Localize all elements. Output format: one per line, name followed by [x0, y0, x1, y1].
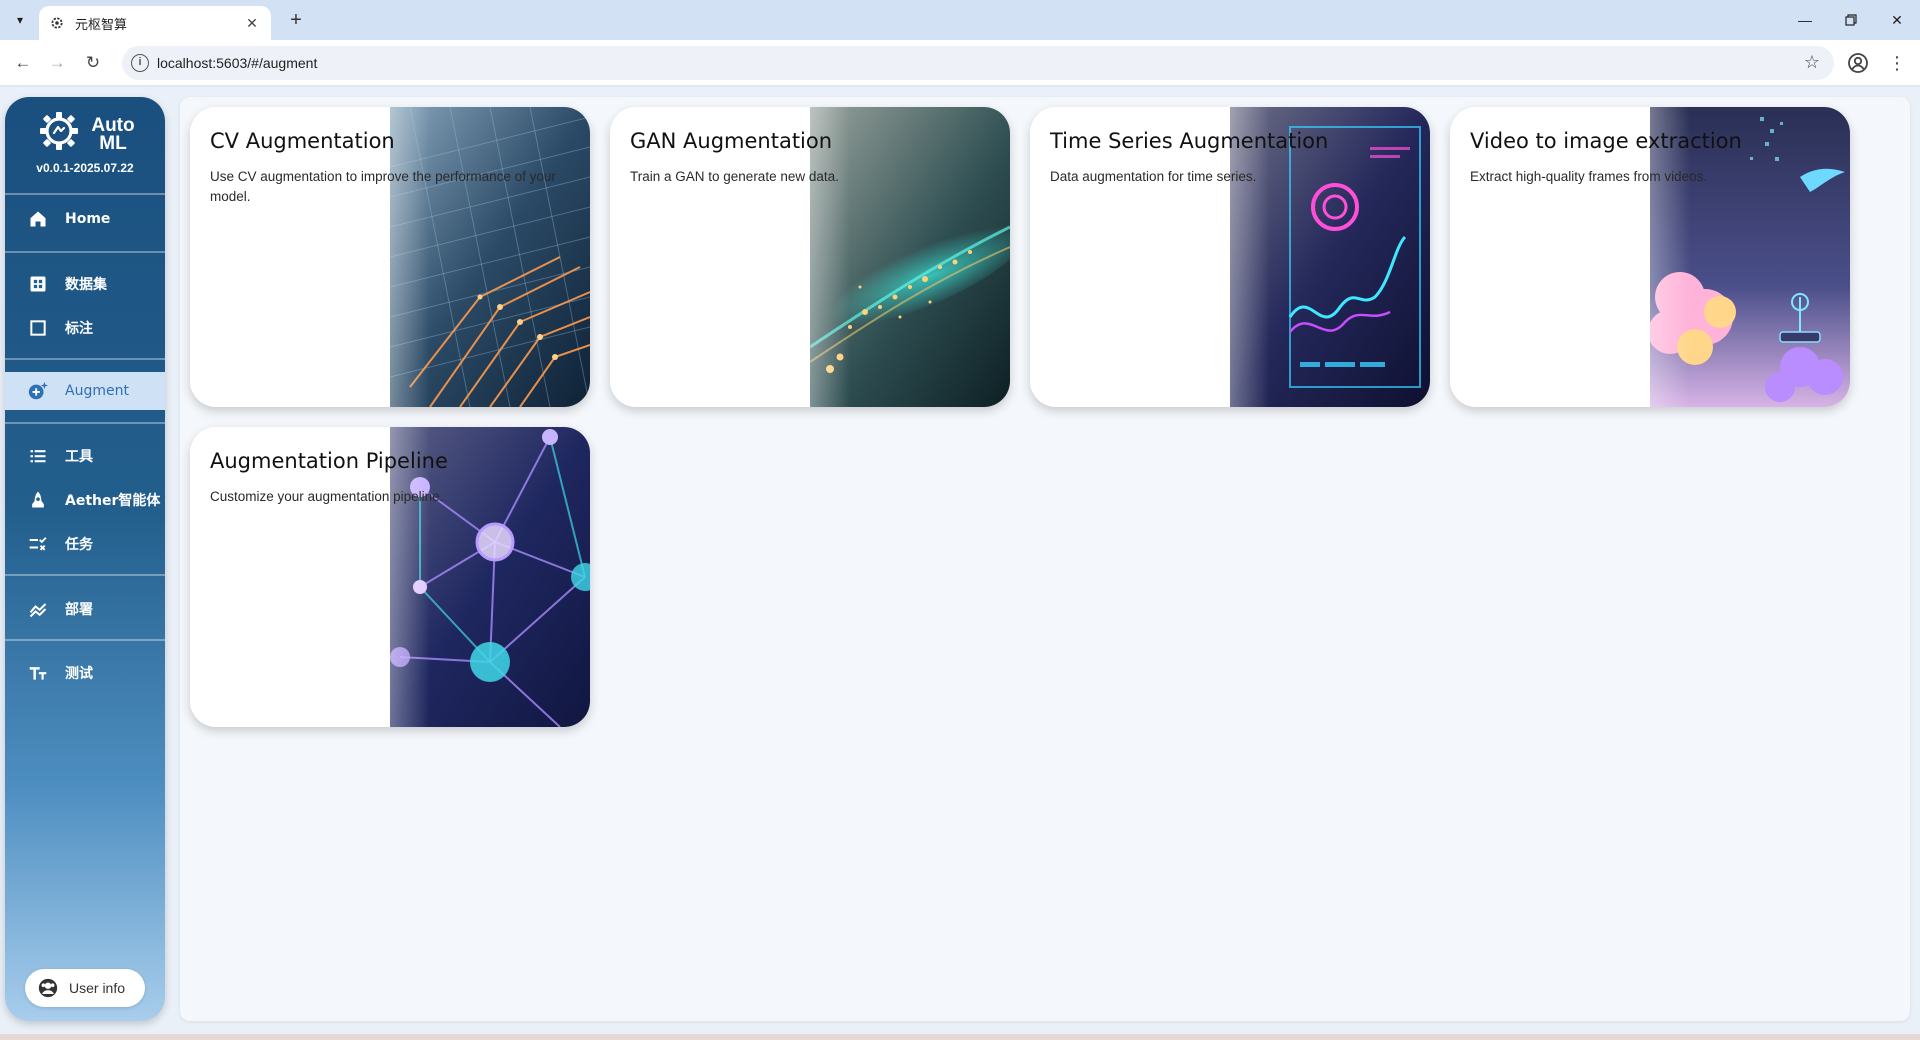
sidebar-divider	[5, 358, 165, 360]
sidebar-item-deploy[interactable]: 部署	[5, 590, 165, 628]
forward-arrow-icon[interactable]: →	[44, 50, 70, 76]
card-title: GAN Augmentation	[630, 129, 833, 153]
tab-search-chevron-icon[interactable]: ▾	[8, 9, 32, 31]
app-logo[interactable]: Auto ML v0.0.1-2025.07.22	[5, 97, 165, 187]
sidebar-item-label: 任务	[65, 537, 93, 553]
card-cv-augmentation[interactable]: CV Augmentation Use CV augmentation to i…	[190, 107, 590, 407]
card-title: Augmentation Pipeline	[210, 449, 448, 473]
profile-avatar-icon[interactable]	[1846, 51, 1870, 75]
back-arrow-icon[interactable]: ←	[10, 50, 36, 76]
sidebar-item-tools[interactable]: 工具	[5, 437, 165, 475]
tab-close-icon[interactable]: ✕	[243, 15, 261, 32]
address-url[interactable]: localhost:5603/#/augment	[157, 55, 317, 71]
card-gan-augmentation[interactable]: GAN Augmentation Train a GAN to generate…	[610, 107, 1010, 407]
new-tab-plus-icon[interactable]: +	[282, 8, 310, 32]
sidebar-divider	[5, 422, 165, 424]
card-description: Use CV augmentation to improve the perfo…	[210, 169, 556, 204]
sidebar-item-augment[interactable]: Augment	[5, 372, 165, 410]
logo-gear-icon	[40, 112, 78, 150]
sidebar-item-label: Augment	[65, 383, 129, 399]
card-image-fade	[390, 107, 430, 407]
sidebar-item-label: 数据集	[65, 277, 107, 293]
list-icon	[27, 445, 49, 467]
sidebar-item-home[interactable]: Home	[5, 200, 165, 238]
card-title: Time Series Augmentation	[1050, 129, 1329, 153]
card-description: Extract high-quality frames from videos.	[1470, 169, 1708, 184]
tab-favicon-gear-icon	[49, 15, 65, 31]
app-version: v0.0.1-2025.07.22	[36, 161, 134, 175]
minimize-icon[interactable]: —	[1782, 0, 1828, 40]
main-content: CV Augmentation Use CV augmentation to i…	[180, 97, 1910, 1021]
card-description: Train a GAN to generate new data.	[630, 169, 839, 184]
user-info-button[interactable]: User info	[25, 969, 145, 1007]
sidebar-item-aether-agent[interactable]: Aether智能体	[5, 481, 165, 519]
sidebar-item-label: Home	[65, 211, 111, 227]
grid-icon	[27, 273, 49, 295]
sidebar-item-label: 标注	[65, 321, 93, 337]
site-info-icon[interactable]: i	[131, 54, 149, 72]
sidebar-item-annotation[interactable]: 标注	[5, 309, 165, 347]
sidebar-divider	[5, 193, 165, 195]
sidebar-item-label: 工具	[65, 449, 93, 465]
address-bar[interactable]: i localhost:5603/#/augment ☆	[122, 46, 1834, 80]
close-window-icon[interactable]: ✕	[1874, 0, 1920, 40]
home-icon	[27, 208, 49, 230]
card-video-to-image-extraction[interactable]: Video to image extraction Extract high-q…	[1450, 107, 1850, 407]
square-icon	[27, 317, 49, 339]
sidebar-divider	[5, 251, 165, 253]
card-description: Customize your augmentation pipeline.	[210, 489, 444, 504]
sidebar-item-test[interactable]: 测试	[5, 654, 165, 692]
restore-icon[interactable]	[1828, 0, 1874, 40]
reload-icon[interactable]: ↻	[80, 50, 106, 76]
agent-icon	[27, 489, 49, 511]
card-title: CV Augmentation	[210, 129, 395, 153]
user-info-label: User info	[69, 980, 126, 996]
bookmark-star-icon[interactable]: ☆	[1804, 52, 1820, 73]
chart-icon	[27, 598, 49, 620]
card-title: Video to image extraction	[1470, 129, 1742, 153]
sidebar-divider	[5, 639, 165, 641]
text-icon	[27, 662, 49, 684]
card-time-series-augmentation[interactable]: Time Series Augmentation Data augmentati…	[1030, 107, 1430, 407]
browser-tab-bar: ▾ 元枢智算 ✕ + — ✕	[0, 0, 1920, 40]
sidebar: Auto ML v0.0.1-2025.07.22 Home 数据集 标注 Au…	[5, 97, 165, 1021]
browser-toolbar: ← → ↻ i localhost:5603/#/augment ☆ ⋮	[0, 40, 1920, 86]
card-augmentation-pipeline[interactable]: Augmentation Pipeline Customize your aug…	[190, 427, 590, 727]
logo-text: Auto ML	[91, 115, 135, 154]
sidebar-divider	[5, 574, 165, 576]
user-avatar-icon	[37, 977, 59, 999]
card-description: Data augmentation for time series.	[1050, 169, 1257, 184]
sparkle-icon	[27, 380, 49, 402]
browser-menu-kebab-icon[interactable]: ⋮	[1885, 51, 1909, 75]
window-controls: — ✕	[1782, 0, 1920, 40]
tab-title: 元枢智算	[75, 17, 128, 33]
task-icon	[27, 533, 49, 555]
sidebar-item-label: 测试	[65, 666, 93, 682]
browser-tab[interactable]: 元枢智算 ✕	[39, 6, 271, 40]
sidebar-item-label: Aether智能体	[65, 493, 161, 509]
taskbar-edge	[0, 1034, 1920, 1040]
sidebar-item-datasets[interactable]: 数据集	[5, 265, 165, 303]
sidebar-item-tasks[interactable]: 任务	[5, 525, 165, 563]
app-root: Auto ML v0.0.1-2025.07.22 Home 数据集 标注 Au…	[0, 87, 1920, 1040]
sidebar-item-label: 部署	[65, 602, 93, 618]
